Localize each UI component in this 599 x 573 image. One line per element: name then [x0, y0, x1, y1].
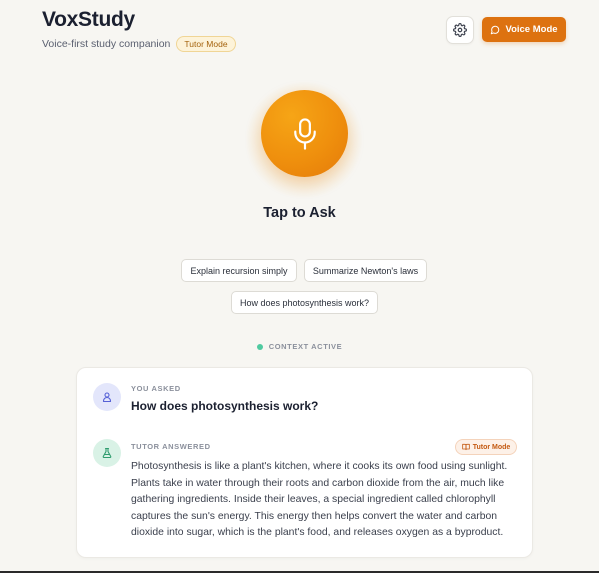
voice-mode-label: Voice Mode: [505, 24, 558, 35]
flask-icon: [93, 439, 121, 467]
context-label: CONTEXT ACTIVE: [268, 342, 343, 351]
book-icon: [461, 443, 470, 451]
answer-text: Photosynthesis is like a plant's kitchen…: [131, 461, 508, 539]
tutor-answered-label: TUTOR ANSWERED: [131, 442, 211, 451]
tutor-badge-label: Tutor Mode: [472, 443, 511, 451]
status-dot: [256, 343, 263, 350]
context-status: CONTEXT ACTIVE: [0, 342, 599, 351]
suggestion-chip[interactable]: Summarize Newton's laws: [304, 259, 427, 282]
mode-badge: Tutor Mode: [176, 36, 236, 52]
tap-to-ask-label: Tap to Ask: [263, 205, 336, 221]
chat-bubble-icon: [491, 25, 500, 34]
app-subtitle: Voice-first study companion: [42, 38, 171, 50]
voice-mode-button[interactable]: Voice Mode: [482, 17, 566, 42]
gear-icon: [453, 23, 467, 37]
microphone-icon: [293, 117, 316, 150]
suggestion-chip[interactable]: How does photosynthesis work?: [231, 291, 378, 314]
suggestion-chip[interactable]: Explain recursion simply: [181, 259, 297, 282]
question-text: How does photosynthesis work?: [131, 399, 319, 413]
mic-button[interactable]: [261, 90, 348, 177]
conversation-card: YOU ASKED How does photosynthesis work? …: [76, 367, 533, 558]
app-title: VoxStudy: [42, 8, 135, 31]
you-asked-label: YOU ASKED: [131, 384, 181, 393]
settings-button[interactable]: [446, 16, 474, 44]
user-icon: [93, 383, 121, 411]
subtitle-row: Voice-first study companion Tutor Mode: [42, 36, 236, 52]
page: VoxStudy Voice-first study companion Tut…: [0, 0, 599, 573]
tutor-mode-badge: Tutor Mode: [455, 439, 517, 455]
